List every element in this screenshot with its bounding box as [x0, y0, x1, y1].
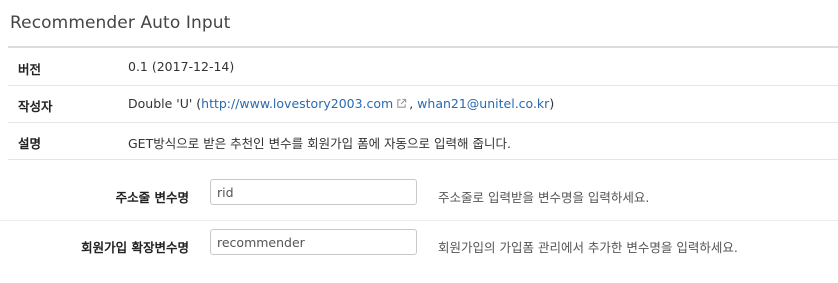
info-row-version: 버전 0.1 (2017-12-14)	[8, 49, 838, 86]
author-label: 작성자	[18, 99, 53, 114]
url-variable-label: 주소줄 변수명	[115, 190, 189, 205]
author-value: Double 'U' (http://www.lovestory2003.com…	[128, 96, 554, 111]
signup-extension-variable-help: 회원가입의 가입폼 관리에서 추가한 변수명을 입력하세요.	[438, 240, 738, 255]
version-label: 버전	[18, 62, 42, 77]
signup-extension-variable-label: 회원가입 확장변수명	[81, 240, 189, 255]
description-value: GET방식으로 받은 추천인 변수를 회원가입 폼에 자동으로 입력해 줍니다.	[128, 136, 511, 151]
version-value: 0.1 (2017-12-14)	[128, 59, 235, 74]
author-email-link[interactable]: whan21@unitel.co.kr	[417, 96, 549, 111]
author-homepage-link[interactable]: http://www.lovestory2003.com	[201, 96, 393, 111]
form-row-signup-extension-variable: 회원가입 확장변수명 회원가입의 가입폼 관리에서 추가한 변수명을 입력하세요…	[0, 220, 838, 270]
external-link-icon	[397, 98, 407, 108]
info-row-author: 작성자 Double 'U' (http://www.lovestory2003…	[8, 86, 838, 123]
page-title: Recommender Auto Input	[10, 13, 231, 33]
description-label: 설명	[18, 136, 42, 151]
url-variable-input[interactable]	[210, 179, 417, 205]
title-divider	[8, 46, 838, 48]
url-variable-help: 주소줄로 입력받을 변수명을 입력하세요.	[438, 190, 650, 205]
author-name: Double 'U' (	[128, 96, 202, 111]
author-close: )	[549, 96, 555, 111]
author-separator: ,	[409, 96, 418, 111]
form-row-url-variable: 주소줄 변수명 주소줄로 입력받을 변수명을 입력하세요.	[0, 170, 838, 220]
signup-extension-variable-input[interactable]	[210, 229, 417, 255]
info-row-description: 설명 GET방식으로 받은 추천인 변수를 회원가입 폼에 자동으로 입력해 줍…	[8, 123, 838, 160]
